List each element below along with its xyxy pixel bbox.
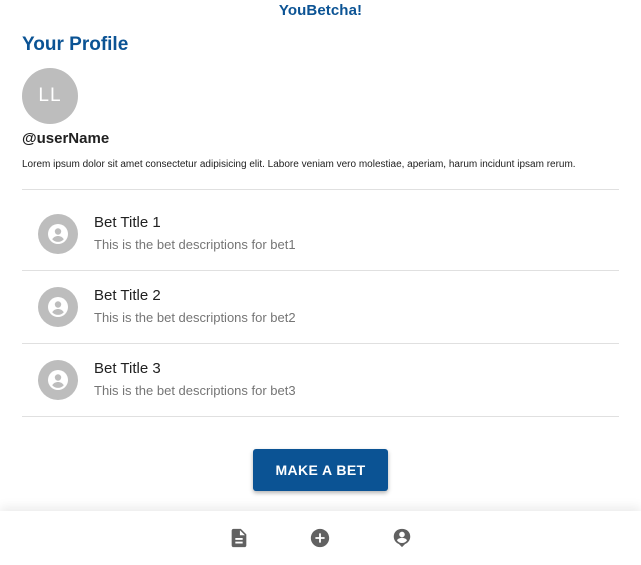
account-circle-icon <box>38 214 78 254</box>
app-root: YouBetcha! Your Profile LL @userName Lor… <box>0 0 641 565</box>
make-bet-button[interactable]: MAKE A BET <box>253 449 388 491</box>
page-title: Your Profile <box>22 34 129 55</box>
document-icon[interactable] <box>227 526 251 550</box>
avatar-initials: LL <box>38 85 62 106</box>
profile-bio: Lorem ipsum dolor sit amet consectetur a… <box>22 159 576 170</box>
username: @userName <box>22 130 110 147</box>
add-circle-icon[interactable] <box>308 526 332 550</box>
app-title: YouBetcha! <box>278 2 363 19</box>
bet-title: Bet Title 2 <box>94 287 161 304</box>
bet-list-item[interactable]: Bet Title 3 This is the bet descriptions… <box>22 344 619 417</box>
bet-description: This is the bet descriptions for bet2 <box>94 310 296 325</box>
bet-list-item[interactable]: Bet Title 2 This is the bet descriptions… <box>22 271 619 344</box>
account-circle-icon <box>38 360 78 400</box>
account-pin-icon[interactable] <box>390 526 414 550</box>
bet-title: Bet Title 3 <box>94 360 161 377</box>
avatar: LL <box>22 68 78 124</box>
bet-description: This is the bet descriptions for bet3 <box>94 383 296 398</box>
bottom-nav <box>0 511 641 565</box>
bet-description: This is the bet descriptions for bet1 <box>94 237 296 252</box>
bet-list-item[interactable]: Bet Title 1 This is the bet descriptions… <box>22 198 619 271</box>
account-circle-icon <box>38 287 78 327</box>
bet-list: Bet Title 1 This is the bet descriptions… <box>22 198 619 417</box>
divider <box>22 189 619 190</box>
bet-title: Bet Title 1 <box>94 214 161 231</box>
